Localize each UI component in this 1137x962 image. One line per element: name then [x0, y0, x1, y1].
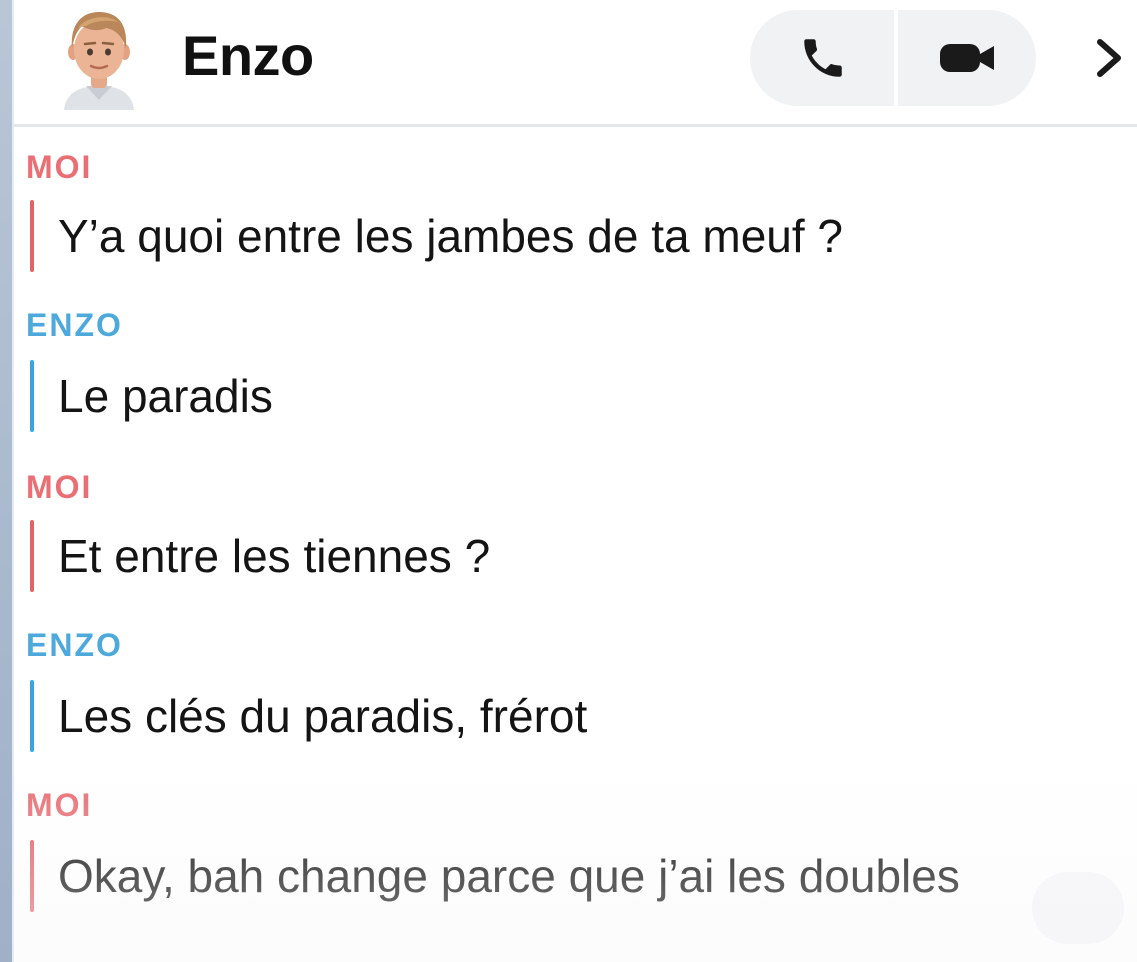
- bitmoji-avatar-icon: [64, 12, 134, 110]
- typing-indicator: [1032, 872, 1124, 944]
- message-sender: ENZO: [26, 307, 123, 343]
- message-text[interactable]: Y’a quoi entre les jambes de ta meuf ?: [58, 208, 843, 264]
- contact-name[interactable]: Enzo: [182, 26, 314, 86]
- message-indicator-bar: [30, 520, 34, 592]
- video-call-button[interactable]: [898, 10, 1038, 106]
- more-button[interactable]: [1088, 30, 1128, 86]
- message-text[interactable]: Okay, bah change parce que j’ai les doub…: [58, 848, 960, 904]
- message-indicator-bar: [30, 680, 34, 752]
- voice-call-button[interactable]: [754, 10, 894, 106]
- chevron-right-icon: [1097, 39, 1121, 77]
- message-list: MOI Y’a quoi entre les jambes de ta meuf…: [14, 128, 1137, 962]
- message-sender: MOI: [26, 787, 93, 823]
- message-sender: MOI: [26, 469, 93, 505]
- message-sender: MOI: [26, 149, 93, 185]
- message-indicator-bar: [30, 360, 34, 432]
- header-divider: [14, 124, 1137, 127]
- message-text[interactable]: Le paradis: [58, 368, 273, 424]
- background-edge: [0, 0, 12, 962]
- message-indicator-bar: [30, 200, 34, 272]
- message-indicator-bar: [30, 840, 34, 912]
- phone-icon: [804, 39, 842, 77]
- message-text[interactable]: Et entre les tiennes ?: [58, 528, 490, 584]
- message-text[interactable]: Les clés du paradis, frérot: [58, 688, 587, 744]
- video-camera-icon: [940, 44, 994, 72]
- avatar[interactable]: [56, 6, 142, 110]
- chat-screen: Enzo MOI Y’a quoi entre les jambes de ta…: [0, 0, 1137, 962]
- message-sender: ENZO: [26, 627, 123, 663]
